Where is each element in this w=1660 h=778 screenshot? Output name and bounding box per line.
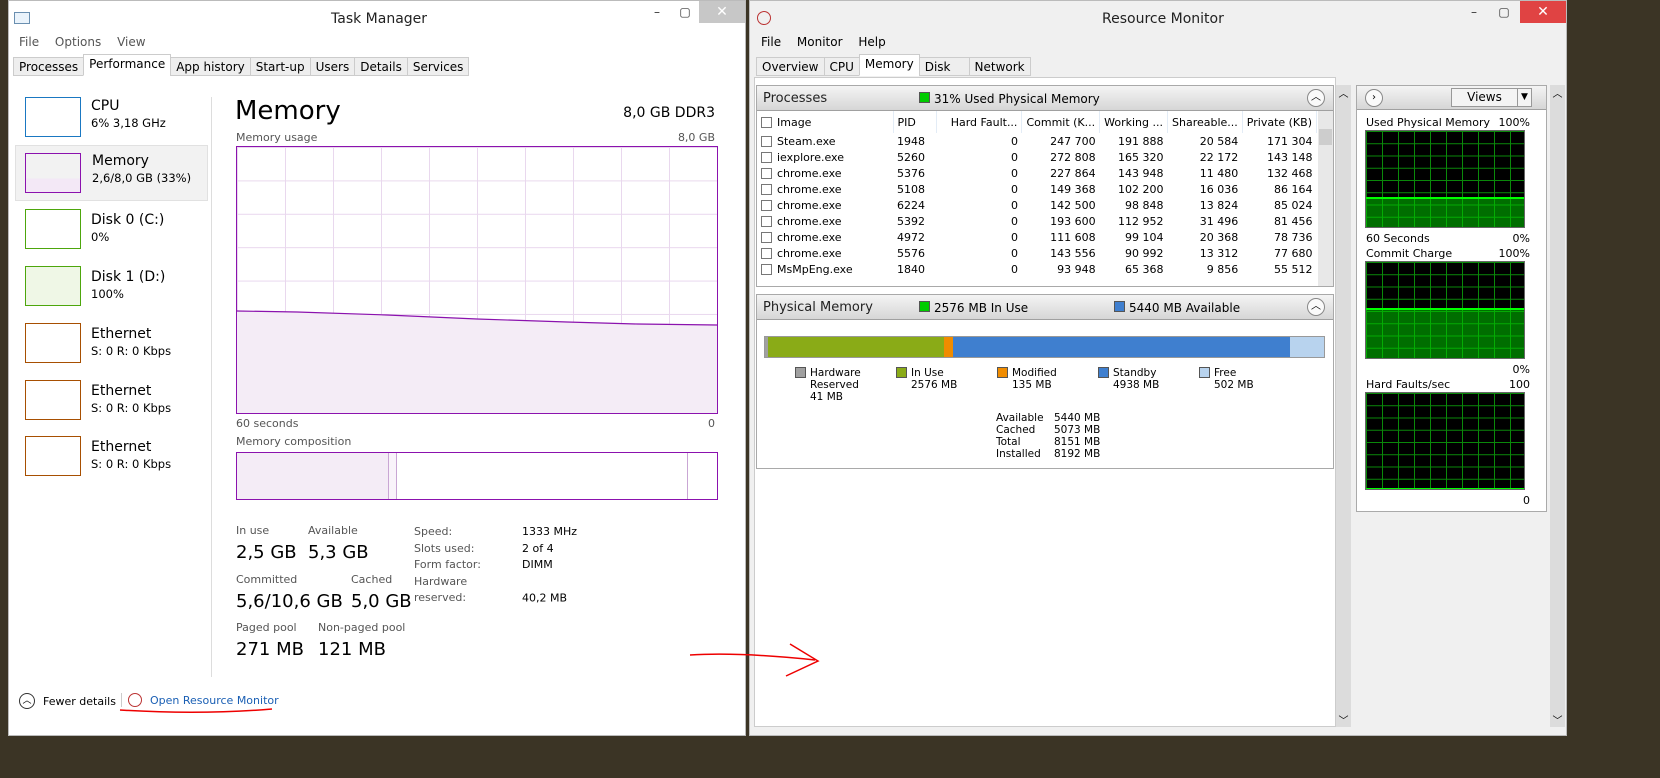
red-annotation [119, 643, 820, 714]
